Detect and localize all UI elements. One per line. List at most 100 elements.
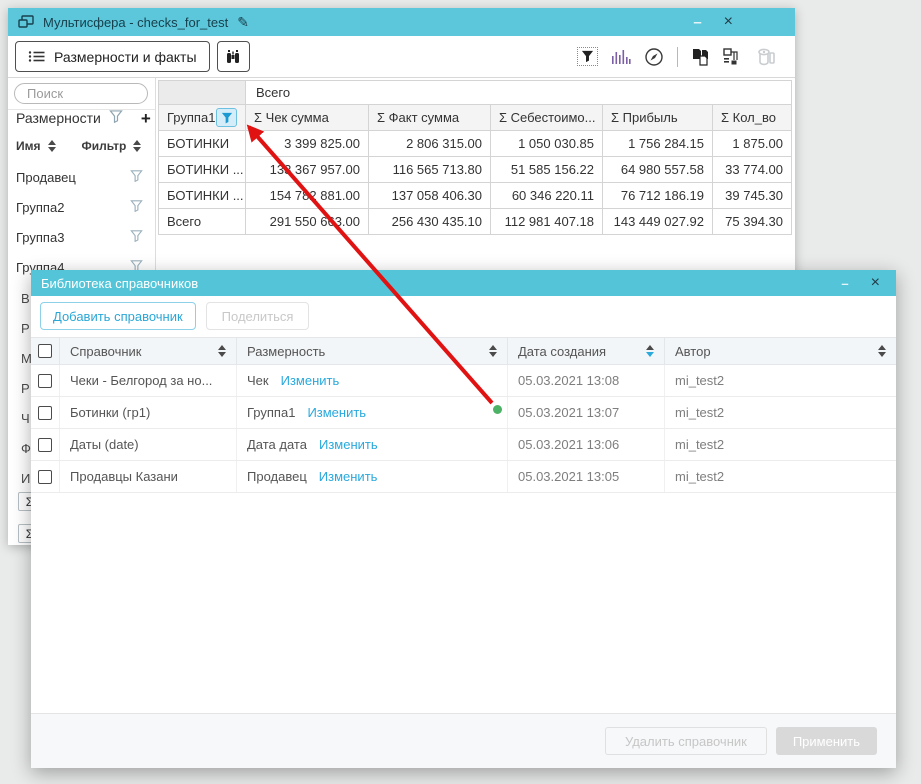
- edit-link[interactable]: Изменить: [319, 437, 378, 452]
- sidebar-item-prodavec[interactable]: Продавец: [8, 162, 155, 192]
- minimize-button[interactable]: –: [693, 14, 701, 31]
- pivot-cell: 39 745.30: [713, 183, 792, 209]
- desktop: Мультисфера - checks_for_test ✎ – × Разм…: [0, 0, 921, 784]
- add-dictionary-button[interactable]: Добавить справочник: [40, 302, 196, 330]
- pivot-row-label[interactable]: БОТИНКИ: [159, 131, 246, 157]
- close-button[interactable]: ×: [724, 13, 733, 31]
- dictionary-row[interactable]: Даты (date) Дата дата Изменить 05.03.202…: [31, 429, 896, 461]
- dimension-name: Продавец: [247, 469, 307, 484]
- pivot-column-header[interactable]: Σ Себестоимо...: [491, 105, 603, 131]
- sidebar-item-clipped[interactable]: Ф: [21, 441, 31, 456]
- pivot-row-dimension-header[interactable]: Группа1: [159, 105, 246, 131]
- edit-link[interactable]: Изменить: [307, 405, 366, 420]
- sort-icon[interactable]: [218, 345, 226, 357]
- sidebar-item-gruppa2[interactable]: Группа2: [8, 192, 155, 222]
- modal-close-button[interactable]: ×: [871, 274, 880, 292]
- funnel-icon[interactable]: [130, 230, 143, 245]
- name-column-header[interactable]: Имя: [16, 139, 41, 153]
- author-name: mi_test2: [665, 397, 896, 428]
- row-checkbox[interactable]: [38, 438, 52, 452]
- author-column-header[interactable]: Автор: [665, 338, 896, 364]
- edit-title-pencil-icon[interactable]: ✎: [237, 14, 249, 31]
- modal-titlebar[interactable]: Библиотека справочников – ×: [31, 270, 896, 296]
- created-date: 05.03.2021 13:08: [508, 365, 665, 396]
- search-values-button[interactable]: [217, 41, 250, 72]
- author-name: mi_test2: [665, 461, 896, 492]
- sort-icon[interactable]: [878, 345, 886, 357]
- toolbar-divider: [677, 47, 678, 67]
- row-checkbox[interactable]: [38, 406, 52, 420]
- funnel-icon[interactable]: [130, 200, 143, 215]
- dimensions-facts-label: Размерности и факты: [54, 49, 197, 65]
- dictionary-name: Продавцы Казани: [60, 461, 237, 492]
- main-toolbar: Размерности и факты: [8, 36, 795, 78]
- dimension-column-header[interactable]: Размерность: [237, 338, 508, 364]
- sidebar-item-clipped[interactable]: Р: [21, 321, 30, 336]
- pivot-column-header[interactable]: Σ Факт сумма: [369, 105, 491, 131]
- sort-icon[interactable]: [489, 345, 497, 357]
- sidebar-item-clipped[interactable]: Р: [21, 381, 30, 396]
- dimensions-facts-button[interactable]: Размерности и факты: [15, 41, 210, 72]
- filter-column-header[interactable]: Фильтр: [82, 139, 127, 153]
- sort-desc-icon[interactable]: [646, 345, 654, 357]
- author-name: mi_test2: [665, 365, 896, 396]
- pivot-total-cell: 112 981 407.18: [491, 209, 603, 235]
- pivot-cell: 1 050 030.85: [491, 131, 603, 157]
- dictionary-library-modal: Библиотека справочников – × Добавить спр…: [31, 270, 896, 768]
- dictionary-row[interactable]: Продавцы Казани Продавец Изменить 05.03.…: [31, 461, 896, 493]
- list-icon: [28, 50, 45, 63]
- row-checkbox[interactable]: [38, 470, 52, 484]
- dimension-name: Дата дата: [247, 437, 307, 452]
- sidebar-item-clipped[interactable]: В: [21, 291, 30, 306]
- pivot-cell: 154 782 881.00: [246, 183, 369, 209]
- pivot-cell: 51 585 156.22: [491, 157, 603, 183]
- created-date: 05.03.2021 13:06: [508, 429, 665, 460]
- pivot-total-cell: 75 394.30: [713, 209, 792, 235]
- dimensions-filter-icon[interactable]: [109, 110, 123, 126]
- pivot-total-row-label: Всего: [159, 209, 246, 235]
- sidebar-item-clipped[interactable]: И: [21, 471, 30, 486]
- pivot-column-header[interactable]: Σ Прибыль: [603, 105, 713, 131]
- add-dimension-button[interactable]: +: [141, 110, 151, 127]
- pivot-cell: 137 058 406.30: [369, 183, 491, 209]
- sidebar-item-clipped[interactable]: Ч: [21, 411, 30, 426]
- pivot-total-cell: 291 550 663.00: [246, 209, 369, 235]
- created-column-header[interactable]: Дата создания: [508, 338, 665, 364]
- row-checkbox[interactable]: [38, 374, 52, 388]
- pivot-column-header[interactable]: Σ Кол_во: [713, 105, 792, 131]
- search-input[interactable]: [14, 83, 148, 104]
- funnel-icon[interactable]: [130, 170, 143, 185]
- pivot-cell: 2 806 315.00: [369, 131, 491, 157]
- window-title: Мультисфера - checks_for_test: [43, 15, 228, 30]
- author-name: mi_test2: [665, 429, 896, 460]
- pivot-row-label[interactable]: БОТИНКИ ...: [159, 157, 246, 183]
- pivot-total-group-header: Всего: [246, 81, 792, 105]
- select-all-checkbox[interactable]: [38, 344, 52, 358]
- filter-sort-icon[interactable]: [133, 140, 141, 152]
- gruppa1-filter-funnel-icon[interactable]: [216, 108, 237, 127]
- dictionary-row[interactable]: Ботинки (гр1) Группа1 Изменить 05.03.202…: [31, 397, 896, 429]
- pivot-cell: 133 367 957.00: [246, 157, 369, 183]
- filter-tool-icon[interactable]: [577, 47, 598, 66]
- dictionary-row[interactable]: Чеки - Белгород за но... Чек Изменить 05…: [31, 365, 896, 397]
- dictionary-column-header[interactable]: Справочник: [60, 338, 237, 364]
- pivot-row-label[interactable]: БОТИНКИ ...: [159, 183, 246, 209]
- edit-link[interactable]: Изменить: [319, 469, 378, 484]
- dictionary-name: Ботинки (гр1): [60, 397, 237, 428]
- modal-minimize-button[interactable]: –: [841, 276, 848, 291]
- compass-icon[interactable]: [644, 47, 664, 67]
- pivot-cell: 1 875.00: [713, 131, 792, 157]
- copy-export-icon[interactable]: [691, 48, 710, 66]
- edit-link[interactable]: Изменить: [281, 373, 340, 388]
- name-sort-icon[interactable]: [48, 140, 56, 152]
- chart-icon[interactable]: [611, 49, 631, 65]
- created-date: 05.03.2021 13:05: [508, 461, 665, 492]
- delete-dictionary-button: Удалить справочник: [605, 727, 767, 755]
- share-button: Поделиться: [206, 302, 310, 330]
- pivot-cell: 3 399 825.00: [246, 131, 369, 157]
- sidebar-item-gruppa3[interactable]: Группа3: [8, 222, 155, 252]
- pivot-cell: 76 712 186.19: [603, 183, 713, 209]
- hierarchy-icon[interactable]: [723, 48, 743, 66]
- window-titlebar[interactable]: Мультисфера - checks_for_test ✎ – ×: [8, 8, 795, 36]
- pivot-column-header[interactable]: Σ Чек сумма: [246, 105, 369, 131]
